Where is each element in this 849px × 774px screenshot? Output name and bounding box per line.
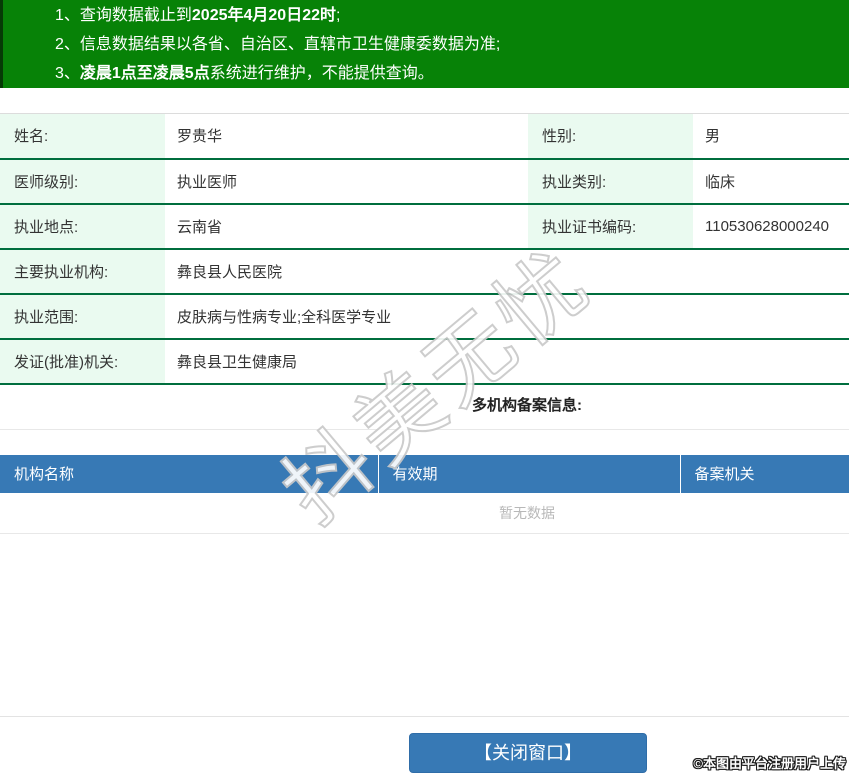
empty-data-message: 暂无数据 — [0, 492, 849, 534]
table-row: 姓名: 罗贵华 性别: 男 — [0, 113, 849, 160]
field-label-practice-scope: 执业范围: — [0, 293, 165, 340]
field-label-main-institution: 主要执业机构: — [0, 248, 165, 295]
column-header-record-authority: 备案机关 — [680, 454, 849, 493]
table-row: 执业地点: 云南省 执业证书编码: 110530628000240 — [0, 203, 849, 250]
field-value-certificate-number: 110530628000240 — [693, 203, 849, 250]
field-value-practice-scope: 皮肤病与性病专业;全科医学专业 — [165, 293, 849, 340]
column-header-institution-name: 机构名称 — [0, 454, 379, 493]
close-window-button[interactable]: 【关闭窗口】 — [409, 733, 647, 773]
table-row: 医师级别: 执业医师 执业类别: 临床 — [0, 158, 849, 205]
notice-text: 1、查询数据截止到 — [55, 7, 192, 24]
footer-button-row: 【关闭窗口】 — [0, 733, 849, 773]
notice-text-bold: 凌晨1点至凌晨5点 — [79, 65, 210, 82]
field-value-practice-category: 临床 — [693, 158, 849, 205]
field-value-main-institution: 彝良县人民医院 — [165, 248, 849, 295]
table-row: 执业范围: 皮肤病与性病专业;全科医学专业 — [0, 293, 849, 340]
field-label-certificate-number: 执业证书编码: — [528, 203, 693, 250]
field-label-name: 姓名: — [0, 113, 165, 160]
records-empty-row: 暂无数据 — [0, 492, 849, 534]
field-value-practice-location: 云南省 — [165, 203, 528, 250]
notice-line-3: 3、凌晨1点至凌晨5点系统进行维护，不能提供查询。 — [55, 59, 849, 88]
notice-line-2: 2、信息数据结果以各省、自治区、直辖市卫生健康委数据为准; — [55, 30, 849, 59]
field-label-practice-category: 执业类别: — [528, 158, 693, 205]
query-result-page: 1、查询数据截止到2025年4月20日22时; 2、信息数据结果以各省、自治区、… — [0, 0, 849, 773]
table-row: 主要执业机构: 彝良县人民医院 — [0, 248, 849, 295]
notice-line-1: 1、查询数据截止到2025年4月20日22时; — [55, 1, 849, 30]
field-label-gender: 性别: — [528, 113, 693, 160]
records-header-row: 机构名称 有效期 备案机关 — [0, 454, 849, 493]
notice-text-bold: 2025年4月20日22时 — [191, 7, 336, 24]
doctor-info-table: 姓名: 罗贵华 性别: 男 医师级别: 执业医师 执业类别: 临床 执业地点: … — [0, 113, 849, 385]
column-header-validity-period: 有效期 — [378, 454, 681, 493]
footer-divider — [0, 716, 849, 717]
field-label-doctor-level: 医师级别: — [0, 158, 165, 205]
section-divider — [0, 428, 849, 430]
field-value-name: 罗贵华 — [165, 113, 528, 160]
field-label-issuing-authority: 发证(批准)机关: — [0, 338, 165, 385]
field-label-practice-location: 执业地点: — [0, 203, 165, 250]
notice-banner: 1、查询数据截止到2025年4月20日22时; 2、信息数据结果以各省、自治区、… — [0, 0, 849, 88]
notice-text: 2、信息数据结果以各省、自治区、直辖市卫生健康委数据为准; — [55, 36, 501, 53]
notice-text: ; — [336, 7, 341, 24]
notice-text: 系统进行维护，不能提供查询。 — [209, 65, 434, 82]
multi-institution-section-title: 多机构备案信息: — [472, 396, 582, 414]
multi-institution-records-table: 机构名称 有效期 备案机关 暂无数据 — [0, 454, 849, 534]
notice-text: 3、 — [55, 65, 80, 82]
field-value-issuing-authority: 彝良县卫生健康局 — [165, 338, 849, 385]
table-row: 发证(批准)机关: 彝良县卫生健康局 — [0, 338, 849, 385]
field-value-gender: 男 — [693, 113, 849, 160]
field-value-doctor-level: 执业医师 — [165, 158, 528, 205]
